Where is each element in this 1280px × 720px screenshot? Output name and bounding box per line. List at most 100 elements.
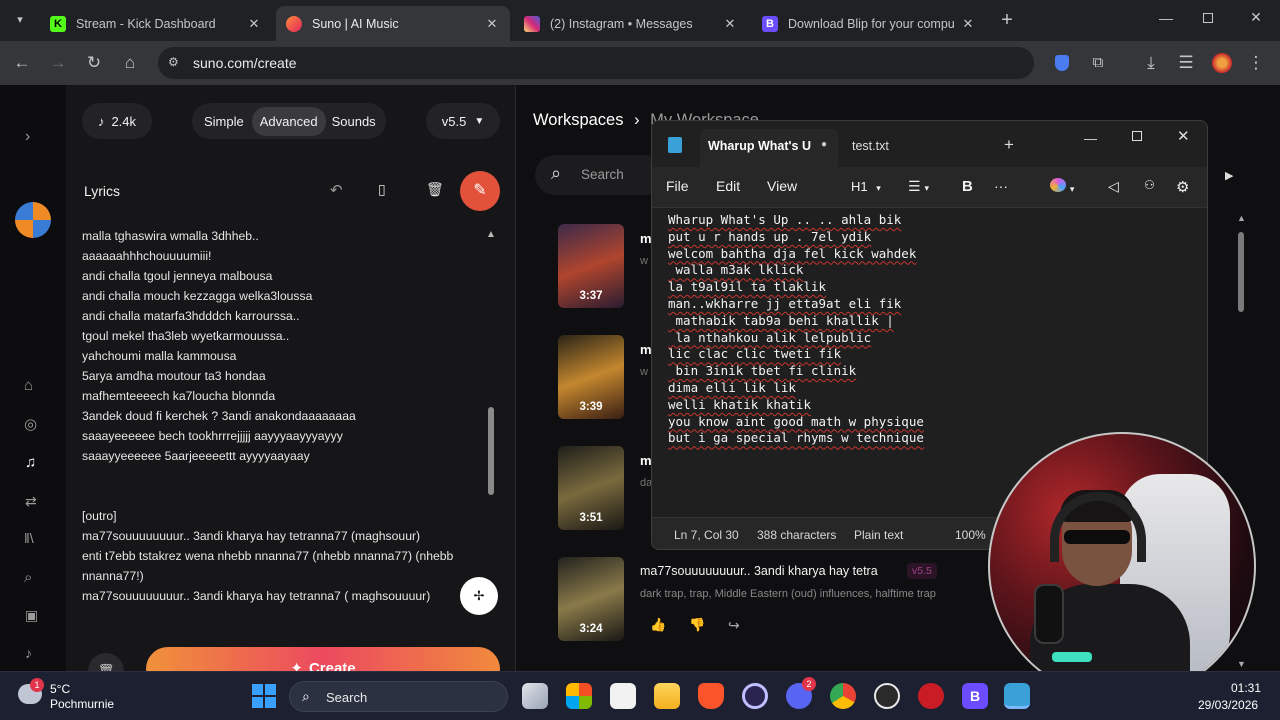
site-info-icon[interactable]: ⚙: [168, 55, 179, 69]
notepad-tab-active[interactable]: Wharup What's U ●: [700, 129, 838, 167]
lyrics-textarea[interactable]: malla tghaswira wmalla 3dhheb.. aaaaaahhh…: [66, 225, 516, 617]
tab-blip[interactable]: B Download Blip for your comput ✕: [752, 6, 986, 41]
home-nav-icon[interactable]: ⌂: [24, 377, 33, 394]
model-version-select[interactable]: v5.5 ▼: [426, 103, 500, 139]
tab-kick-dashboard[interactable]: K Stream - Kick Dashboard ✕: [40, 6, 272, 41]
lyrics-scrollbar[interactable]: [488, 407, 494, 495]
clock-date[interactable]: 29/03/2026: [1198, 698, 1258, 712]
song-title[interactable]: m: [640, 231, 652, 246]
tab-suno[interactable]: Suno | AI Music ✕: [276, 6, 510, 41]
widgets-app-icon[interactable]: [566, 683, 592, 709]
workspace-scrollbar[interactable]: [1238, 232, 1244, 312]
blip-app-icon[interactable]: B: [962, 683, 988, 709]
bold-icon[interactable]: B: [962, 178, 973, 195]
explore-nav-icon[interactable]: ◎: [24, 415, 37, 433]
expand-sidebar-icon[interactable]: ›: [25, 128, 30, 146]
task-view-icon[interactable]: [522, 683, 548, 709]
library-nav-icon[interactable]: ‖\: [24, 530, 34, 546]
close-tab-icon[interactable]: ✕: [484, 16, 500, 32]
undo-icon[interactable]: ↶: [330, 181, 343, 199]
restore-window-icon[interactable]: [1203, 13, 1213, 23]
breadcrumb-workspaces[interactable]: Workspaces: [533, 111, 623, 129]
scroll-up-icon[interactable]: ▲: [1237, 213, 1246, 223]
mode-sounds-tab[interactable]: Sounds: [326, 114, 382, 129]
home-icon[interactable]: ⌂: [118, 51, 142, 75]
chatgpt-app-icon[interactable]: [874, 683, 900, 709]
hooks-nav-icon[interactable]: ▣: [25, 607, 38, 624]
account-icon[interactable]: ⚇: [1144, 178, 1155, 192]
menu-file[interactable]: File: [666, 178, 689, 194]
notepad-app-icon[interactable]: [1004, 683, 1030, 709]
new-tab-icon[interactable]: +: [1004, 135, 1014, 155]
close-tab-icon[interactable]: ✕: [246, 16, 262, 32]
share-icon[interactable]: ↪: [728, 617, 740, 634]
scroll-down-icon[interactable]: ▼: [1237, 659, 1246, 669]
close-tab-icon[interactable]: ✕: [722, 16, 738, 32]
create-nav-icon[interactable]: ♫: [25, 454, 36, 471]
minimize-window-icon[interactable]: —: [1084, 131, 1097, 146]
close-window-icon[interactable]: ✕: [1177, 127, 1190, 145]
start-button[interactable]: [252, 684, 276, 708]
tab-instagram[interactable]: (2) Instagram • Messages ✕: [514, 6, 748, 41]
unsaved-dot-icon[interactable]: ●: [821, 139, 827, 150]
song-search-input[interactable]: ⌕ Search: [535, 155, 665, 195]
song-title[interactable]: ma77souuuuuuuur.. 3andi kharya hay tetra: [640, 564, 878, 578]
list-format-icon[interactable]: ☰ ▾: [908, 178, 929, 195]
downloads-icon[interactable]: ⤓: [1139, 51, 1163, 75]
obs-app-icon[interactable]: [742, 683, 768, 709]
delete-lyrics-icon[interactable]: 🗑: [426, 181, 444, 198]
weather-widget[interactable]: 1 5°C Pochmurnie: [14, 678, 124, 716]
forward-arrow-icon[interactable]: →: [46, 51, 70, 75]
extensions-puzzle-icon[interactable]: ⧉: [1086, 51, 1110, 75]
like-icon[interactable]: 👍: [650, 617, 666, 633]
game-app-icon[interactable]: [918, 683, 944, 709]
mode-advanced-tab[interactable]: Advanced: [251, 106, 326, 136]
song-title[interactable]: m: [640, 453, 652, 468]
more-options-icon[interactable]: ···: [994, 178, 1008, 194]
notepad-tab-test[interactable]: test.txt: [852, 139, 889, 153]
heading-select[interactable]: H1 ▾: [851, 179, 881, 194]
brave-browser-icon[interactable]: [698, 683, 724, 709]
store-app-icon[interactable]: [610, 683, 636, 709]
scroll-up-icon[interactable]: ▲: [486, 229, 496, 240]
file-explorer-icon[interactable]: [654, 683, 680, 709]
minimize-window-icon[interactable]: —: [1157, 10, 1175, 28]
mode-simple-tab[interactable]: Simple: [196, 114, 252, 129]
panel-right-arrow-icon[interactable]: ▶: [1225, 169, 1233, 182]
dislike-icon[interactable]: 👎: [689, 617, 705, 633]
reload-icon[interactable]: ↻: [82, 51, 106, 75]
taskbar-search[interactable]: ⌕ Search: [289, 681, 508, 712]
song-cover[interactable]: 3:39: [558, 335, 624, 419]
back-arrow-icon[interactable]: ←: [10, 51, 34, 75]
notifications-nav-icon[interactable]: ♪: [25, 645, 32, 661]
new-tab-icon[interactable]: +: [996, 9, 1018, 31]
share-icon[interactable]: ◁: [1108, 178, 1119, 195]
song-cover[interactable]: 3:37: [558, 224, 624, 308]
close-tab-icon[interactable]: ✕: [960, 16, 976, 32]
tab-search-button[interactable]: ▾: [10, 10, 30, 30]
copilot-icon[interactable]: ▾: [1050, 178, 1074, 195]
address-bar[interactable]: ⚙ suno.com/create: [158, 47, 1034, 79]
menu-view[interactable]: View: [767, 178, 797, 194]
discord-app-icon[interactable]: 2: [786, 677, 816, 709]
song-cover[interactable]: 3:24: [558, 557, 624, 641]
browser-menu-icon[interactable]: ⋮: [1244, 51, 1268, 75]
maximize-window-icon[interactable]: [1132, 131, 1142, 141]
song-cover[interactable]: 3:51: [558, 446, 624, 530]
clock-time[interactable]: 01:31: [1231, 681, 1261, 695]
close-window-icon[interactable]: ✕: [1247, 9, 1265, 27]
profile-avatar[interactable]: [1210, 51, 1234, 75]
search-nav-icon[interactable]: ⌕: [24, 569, 32, 586]
credits-badge[interactable]: ♪ 2.4k: [82, 103, 152, 139]
settings-gear-icon[interactable]: ⚙: [1176, 178, 1189, 196]
generate-lyrics-button[interactable]: ✎: [460, 171, 500, 211]
song-title[interactable]: m: [640, 342, 652, 357]
media-controls-icon[interactable]: ☰: [1174, 51, 1198, 75]
menu-edit[interactable]: Edit: [716, 178, 740, 194]
bookmark-lyrics-icon[interactable]: ▯: [378, 181, 386, 198]
extension-shield-icon[interactable]: [1050, 51, 1074, 75]
chrome-app-icon[interactable]: [830, 683, 856, 709]
expand-cursor-icon[interactable]: ✢: [460, 577, 498, 615]
zoom-level[interactable]: 100%: [955, 528, 986, 542]
text-format[interactable]: Plain text: [854, 528, 903, 542]
